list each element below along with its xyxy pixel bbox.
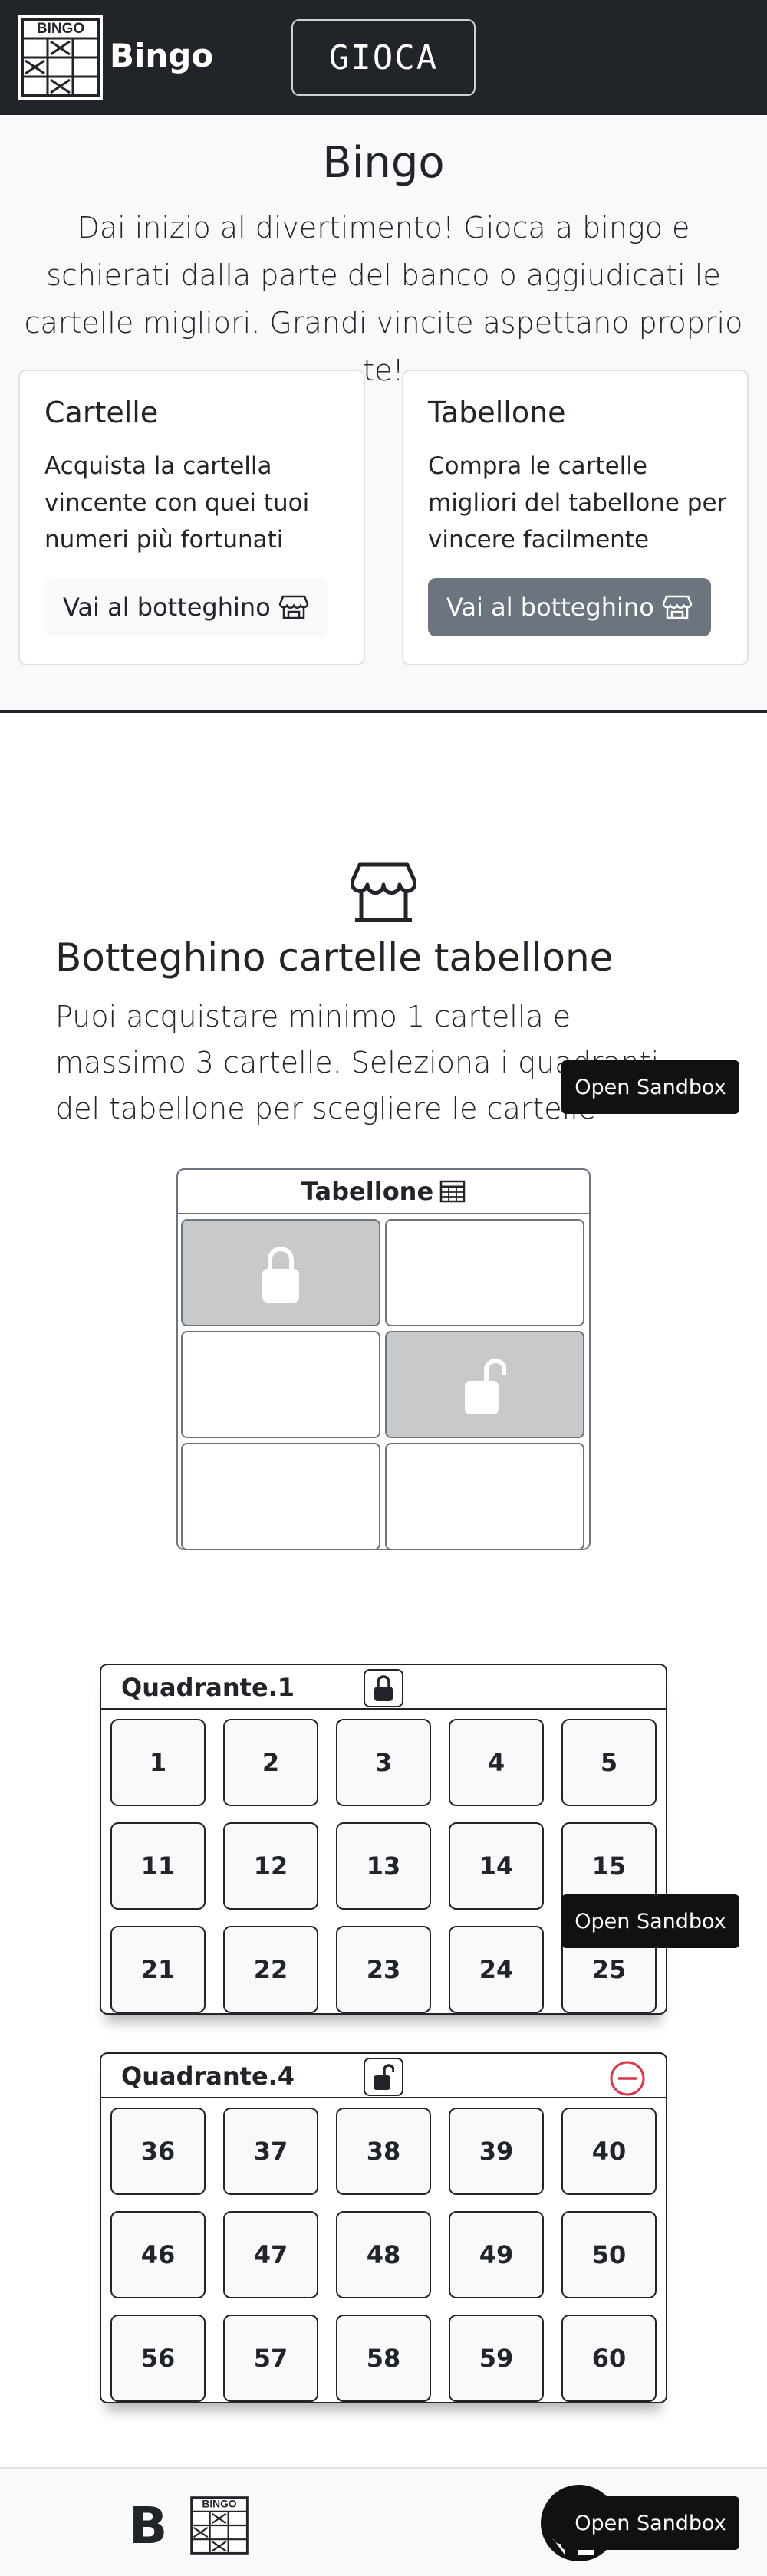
- number-cell[interactable]: 3: [336, 1719, 431, 1806]
- store-icon: [351, 863, 416, 922]
- card-text: Acquista la cartella vincente con quei t…: [44, 452, 310, 554]
- number-cell[interactable]: 11: [110, 1822, 206, 1910]
- number-cell[interactable]: 2: [223, 1719, 318, 1806]
- number-cell[interactable]: 60: [561, 2315, 657, 2402]
- open-sandbox-button[interactable]: Open Sandbox: [561, 1060, 739, 1114]
- number-cell[interactable]: 59: [449, 2315, 544, 2402]
- shop-button-label: Vai al botteghino: [446, 593, 654, 622]
- card-tabellone: Tabellone Compra le cartelle migliori de…: [402, 370, 749, 665]
- number-cell[interactable]: 12: [223, 1822, 318, 1910]
- card-cartelle: Cartelle Acquista la cartella vincente c…: [18, 370, 365, 665]
- number-cell[interactable]: 39: [449, 2108, 544, 2195]
- number-cell[interactable]: 56: [110, 2315, 206, 2402]
- shop-button-cartelle[interactable]: Vai al botteghino: [44, 578, 328, 636]
- number-cell[interactable]: 38: [336, 2108, 431, 2195]
- tabellone-cell[interactable]: [385, 1443, 584, 1550]
- store-icon: [662, 595, 693, 619]
- logo-text: BINGO: [37, 21, 84, 37]
- tabellone-cell[interactable]: [385, 1331, 584, 1438]
- numbers-grid: 1 2 3 4 5 11 12 13 14 15 21 22 23 24 25: [110, 1719, 657, 2013]
- number-cell[interactable]: 57: [223, 2315, 318, 2402]
- number-cell[interactable]: 58: [336, 2315, 431, 2402]
- quadrante-card: Quadrante.4 36 37 38 39 40 46 47 48 49 5…: [100, 2052, 667, 2404]
- tabellone-header: Tabellone: [178, 1170, 589, 1214]
- quadrante-card: Quadrante.1 1 2 3 4 5 11 12 13 14 15 21 …: [100, 1664, 667, 2015]
- bingo-logo[interactable]: BINGO: [189, 2495, 250, 2556]
- quadrante-title: Quadrante.1: [121, 1673, 295, 1702]
- number-cell[interactable]: 36: [110, 2108, 206, 2195]
- tabellone-title: Tabellone: [301, 1177, 434, 1206]
- number-cell[interactable]: 13: [336, 1822, 431, 1910]
- number-cell[interactable]: 40: [561, 2108, 657, 2195]
- number-cell[interactable]: 5: [561, 1719, 657, 1806]
- card-title: Cartelle: [44, 396, 159, 429]
- number-cell[interactable]: 48: [336, 2211, 431, 2298]
- lock-open-icon: [465, 1359, 506, 1414]
- number-cell[interactable]: 4: [449, 1719, 544, 1806]
- open-sandbox-button[interactable]: Open Sandbox: [561, 1894, 739, 1948]
- number-cell[interactable]: 46: [110, 2211, 206, 2298]
- shop-button-label: Vai al botteghino: [63, 593, 271, 622]
- brand-name[interactable]: Bingo: [110, 37, 213, 74]
- tabellone-cell[interactable]: [181, 1219, 380, 1326]
- number-cell[interactable]: 14: [449, 1822, 544, 1910]
- quadrante-title: Quadrante.4: [121, 2062, 295, 2091]
- shop-button-tabellone[interactable]: Vai al botteghino: [428, 578, 711, 636]
- hero-lead: Dai inizio al divertimento! Gioca a bing…: [24, 211, 743, 387]
- open-sandbox-button[interactable]: Open Sandbox: [561, 2496, 739, 2550]
- number-cell[interactable]: 21: [110, 1926, 206, 2013]
- number-cell[interactable]: 50: [561, 2211, 657, 2298]
- tabellone-cell[interactable]: [181, 1443, 380, 1550]
- quadrante-header: Quadrante.4: [101, 2054, 666, 2098]
- quadrante-header: Quadrante.1: [101, 1665, 666, 1710]
- number-cell[interactable]: 23: [336, 1926, 431, 2013]
- number-cell[interactable]: 47: [223, 2211, 318, 2298]
- tabellone-cell[interactable]: [385, 1219, 584, 1326]
- remove-quadrant-icon[interactable]: [609, 2060, 646, 2097]
- shop-title: Botteghino cartelle tabellone: [55, 935, 614, 980]
- lock-open-icon: [374, 2064, 394, 2090]
- hero-section: Bingo Dai inizio al divertimento! Gioca …: [0, 115, 767, 713]
- lock-toggle-button[interactable]: [364, 1669, 403, 1707]
- number-cell[interactable]: 37: [223, 2108, 318, 2195]
- logo-text: BINGO: [202, 2498, 236, 2510]
- play-button[interactable]: GIOCA: [291, 19, 476, 96]
- number-cell[interactable]: 49: [449, 2211, 544, 2298]
- tabellone-grid: [181, 1219, 588, 1550]
- store-icon: [278, 595, 309, 619]
- card-title: Tabellone: [428, 396, 566, 429]
- number-cell[interactable]: 1: [110, 1719, 206, 1806]
- lock-closed-icon: [262, 1247, 299, 1303]
- hero-title: Bingo: [322, 138, 445, 188]
- tabellone-board: Tabellone: [176, 1168, 591, 1550]
- lock-toggle-button[interactable]: [364, 2058, 403, 2096]
- navbar: BINGO Bingo GIOCA: [0, 0, 767, 115]
- footer: B BINGO Open Sandbox: [0, 2467, 767, 2576]
- number-cell[interactable]: 22: [223, 1926, 318, 2013]
- card-text: Compra le cartelle migliori del tabellon…: [428, 452, 727, 554]
- bingo-logo[interactable]: BINGO: [18, 15, 103, 100]
- number-cell[interactable]: 24: [449, 1926, 544, 2013]
- tabellone-cell[interactable]: [181, 1331, 380, 1438]
- table-icon: [439, 1180, 466, 1203]
- lock-closed-icon: [374, 1675, 393, 1701]
- footer-brand-letter[interactable]: B: [129, 2496, 167, 2555]
- numbers-grid: 36 37 38 39 40 46 47 48 49 50 56 57 58 5…: [110, 2108, 657, 2402]
